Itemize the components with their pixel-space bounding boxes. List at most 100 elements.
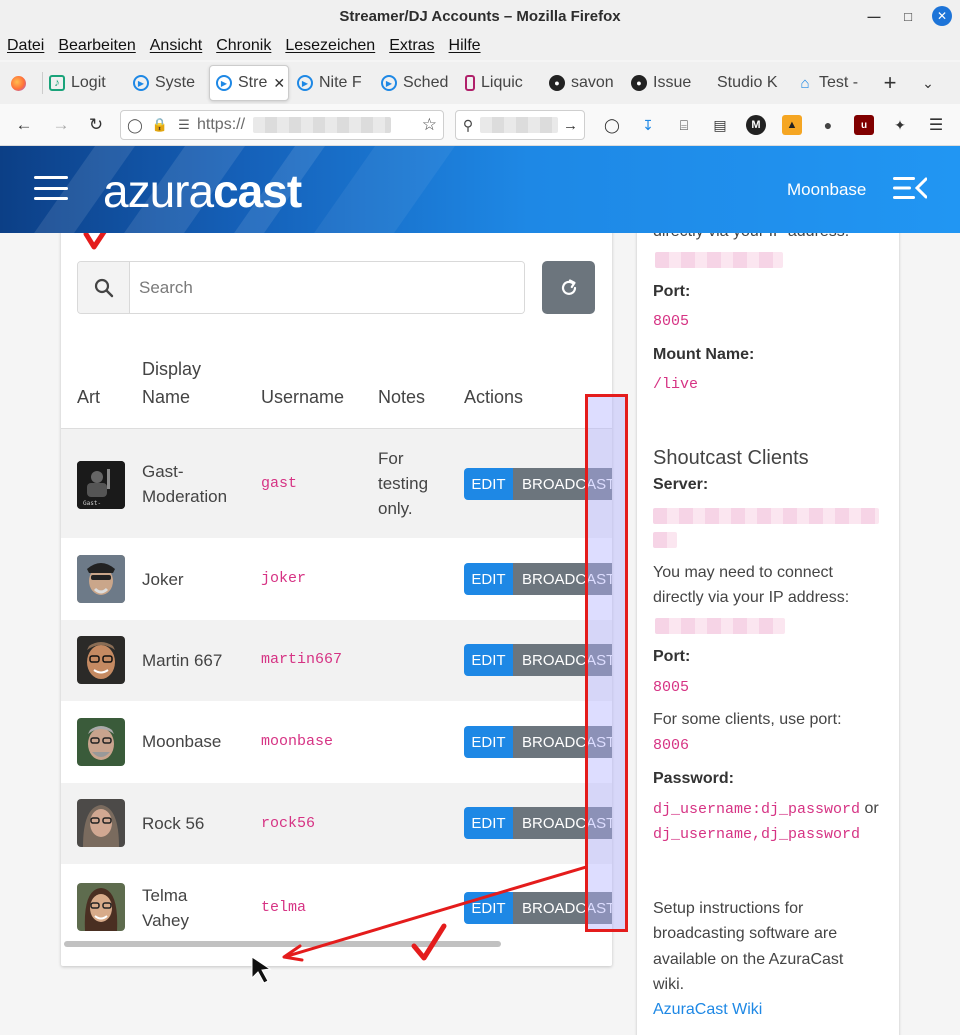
close-window-icon[interactable]: ✕ (932, 6, 952, 26)
firefox-view-tab[interactable] (0, 65, 42, 101)
tab-syste[interactable]: ▶ Syste (127, 65, 207, 101)
forward-arrow-icon[interactable]: → (48, 112, 74, 138)
sidebar-icon[interactable]: ▤ (710, 115, 730, 135)
ip-note-1: You may need to connect (653, 564, 833, 581)
app-menu-icon[interactable]: ☰ (926, 115, 946, 135)
tab-issue[interactable]: ● Issue (625, 65, 707, 101)
edit-button[interactable]: EDIT (464, 892, 513, 924)
search-input[interactable] (130, 262, 524, 313)
avatar-rock56 (77, 799, 125, 847)
list-tabs-chevron-icon[interactable]: ⌄ (909, 65, 947, 101)
horizontal-scrollbar[interactable] (64, 941, 501, 947)
close-tab-icon[interactable]: ✕ (273, 75, 285, 92)
edit-button[interactable]: EDIT (464, 563, 513, 595)
menu-lesezeichen[interactable]: Lesezeichen (285, 37, 375, 55)
hamburger-menu-icon[interactable] (34, 176, 68, 200)
avatar-moonbase (77, 718, 125, 766)
col-header-display-name-2[interactable]: Name (142, 383, 190, 411)
logitech-icon: ♪ (49, 75, 65, 91)
tab-liquidsoap[interactable]: Liquic (459, 65, 543, 101)
row-username: joker (261, 570, 307, 587)
window-controls: — □ ✕ (864, 6, 952, 26)
avatar-martin (77, 636, 125, 684)
search-bar[interactable]: ⚲ → (455, 110, 585, 140)
menu-chronik[interactable]: Chronik (216, 37, 271, 55)
page-content: azuracast Moonbase Art Display Name User… (0, 146, 960, 1035)
play-circle-icon: ▶ (133, 75, 149, 91)
refresh-button[interactable] (542, 261, 595, 314)
shield-icon[interactable]: ◯ (121, 117, 149, 134)
user-name[interactable]: Moonbase (787, 180, 866, 200)
row-display-name: Rock 56 (142, 814, 205, 833)
col-header-art[interactable]: Art (77, 383, 100, 411)
maximize-icon[interactable]: □ (898, 6, 918, 26)
search-icon: ⚲ (462, 116, 474, 133)
refresh-icon (561, 278, 576, 295)
permissions-icon[interactable]: ☰ (171, 117, 197, 133)
extension-balls-icon[interactable]: ● (818, 115, 838, 135)
tab-studio[interactable]: Studio K (707, 65, 791, 101)
menu-hilfe[interactable]: Hilfe (449, 37, 481, 55)
play-circle-icon: ▶ (381, 75, 397, 91)
library-icon[interactable]: ⌸ (674, 115, 694, 135)
minimize-icon[interactable]: — (864, 6, 884, 26)
row-display-name: Telma Vahey (142, 886, 189, 930)
row-username: gast (261, 475, 298, 492)
bookmark-star-icon[interactable]: ☆ (422, 115, 437, 135)
menu-bar: Datei Bearbeiten Ansicht Chronik Lesezei… (0, 32, 960, 60)
tab-schedule[interactable]: ▶ Sched (375, 65, 459, 101)
azuracast-wiki-link[interactable]: AzuraCast Wiki (653, 997, 762, 1022)
go-arrow-icon[interactable]: → (563, 117, 578, 134)
col-header-display-name-1[interactable]: Display (142, 355, 201, 383)
edit-button[interactable]: EDIT (464, 644, 513, 676)
menu-bearbeiten[interactable]: Bearbeiten (58, 37, 135, 55)
table-row: Joker joker EDIT BROADCAST (61, 538, 612, 620)
col-header-username[interactable]: Username (261, 383, 344, 411)
table-row: Rock 56 rock56 EDIT BROADCAST (61, 783, 612, 864)
port-label: Port: (653, 283, 691, 300)
downloads-icon[interactable]: ↧ (638, 115, 658, 135)
table-row: Martin 667 martin667 EDIT BROADCAST (61, 620, 612, 701)
edit-button[interactable]: EDIT (464, 807, 513, 839)
back-arrow-icon[interactable]: ← (11, 112, 37, 138)
tab-savon[interactable]: ● savon (543, 65, 625, 101)
extensions-puzzle-icon[interactable]: ✦ (890, 115, 910, 135)
setup-line-2: broadcasting software are (653, 925, 838, 942)
connection-info-card: directly via your IP address: Port: 8005… (637, 206, 899, 1035)
tab-nite[interactable]: ▶ Nite F (291, 65, 375, 101)
play-circle-icon: ▶ (297, 75, 313, 91)
tab-logit[interactable]: ♪ Logit (43, 65, 127, 101)
new-tab-button[interactable]: + (871, 65, 909, 101)
ip-address-redacted (655, 252, 783, 268)
menu-extras[interactable]: Extras (389, 37, 434, 55)
server-redacted (653, 508, 879, 524)
tab-streamers-active[interactable]: ▶ Stre ✕ (209, 65, 289, 101)
liquidsoap-icon (465, 75, 475, 91)
menu-datei[interactable]: Datei (7, 37, 44, 55)
password-value-2: dj_username,dj_password (653, 826, 861, 843)
lock-icon[interactable]: 🔒 (149, 117, 171, 133)
col-header-notes[interactable]: Notes (378, 383, 425, 411)
extension-orange-icon[interactable]: ▲ (782, 115, 802, 135)
row-username: rock56 (261, 815, 316, 832)
tab-test[interactable]: ⌂ Test - (791, 65, 871, 101)
window-titlebar: Streamer/DJ Accounts – Mozilla Firefox —… (0, 0, 960, 32)
azuracast-logo[interactable]: azuracast (103, 164, 302, 218)
home-icon: ⌂ (800, 74, 810, 92)
url-bar[interactable]: ◯ 🔒 ☰ https:// ☆ (120, 110, 444, 140)
collapse-menu-icon[interactable] (893, 176, 927, 200)
ublock-icon[interactable]: u (854, 115, 874, 135)
pocket-icon[interactable]: ◯ (602, 115, 622, 135)
setup-line-4: wiki. (653, 976, 685, 993)
m-extension-icon[interactable]: M (746, 115, 766, 135)
edit-button[interactable]: EDIT (464, 726, 513, 758)
svg-text:Gast-: Gast- (83, 500, 101, 507)
port2-label: Port: (653, 648, 691, 665)
window-title: Streamer/DJ Accounts – Mozilla Firefox (339, 7, 621, 25)
menu-ansicht[interactable]: Ansicht (150, 37, 202, 55)
reload-icon[interactable]: ↻ (83, 112, 109, 138)
edit-button[interactable]: EDIT (464, 468, 513, 500)
setup-line-3: available on the AzuraCast (653, 951, 844, 968)
streamers-card: Art Display Name Username Notes Actions … (61, 206, 612, 966)
row-username: moonbase (261, 733, 334, 750)
